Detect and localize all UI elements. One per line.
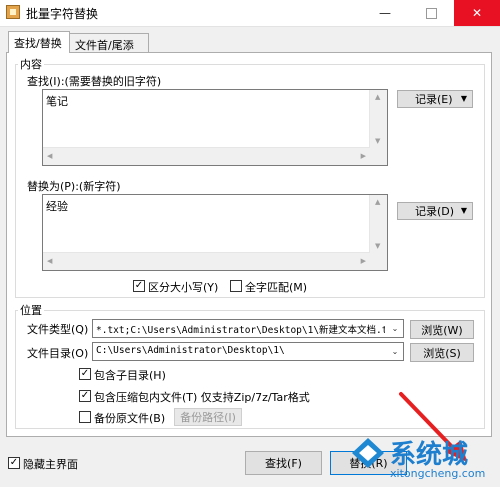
replace-record-button[interactable]: 记录(D) ▼ xyxy=(397,202,473,220)
find-vscrollbar[interactable]: ▲ ▼ xyxy=(369,90,387,148)
backup-original-label: 备份原文件(B) xyxy=(94,412,166,425)
include-subdirs-label: 包含子目录(H) xyxy=(94,369,166,382)
file-dir-label: 文件目录(O) xyxy=(27,347,89,360)
watermark-url: xitongcheng.com xyxy=(390,467,486,480)
watermark-text: 系统城 xyxy=(390,440,469,470)
find-record-label: 记录(E) xyxy=(415,93,453,106)
file-type-value: *.txt;C:\Users\Administrator\Desktop\1\新… xyxy=(96,325,385,336)
tab-find-replace[interactable]: 查找/替换 xyxy=(8,31,70,53)
minimize-icon: — xyxy=(379,6,391,20)
scroll-up-icon: ▲ xyxy=(375,198,381,206)
checkmark-icon: ✓ xyxy=(9,457,19,468)
close-button[interactable]: ✕ xyxy=(454,0,500,26)
scroll-right-icon: ▶ xyxy=(360,257,366,265)
scroll-down-icon: ▼ xyxy=(375,242,381,250)
case-sensitive-checkbox[interactable]: ✓ xyxy=(133,280,145,292)
maximize-button[interactable] xyxy=(408,0,454,26)
include-archives-checkbox[interactable]: ✓ xyxy=(79,390,91,402)
file-dir-combobox[interactable]: C:\Users\Administrator\Desktop\1\ ⌄ xyxy=(92,342,404,361)
close-icon: ✕ xyxy=(471,6,483,20)
find-label: 查找(I):(需要替换的旧字符) xyxy=(27,75,162,88)
title-bar: 批量字符替换 — ✕ xyxy=(0,0,500,27)
checkmark-icon: ✓ xyxy=(134,280,144,291)
scroll-corner xyxy=(370,148,387,165)
replace-textarea[interactable]: 经验 ▲ ▼ ◀ ▶ xyxy=(42,194,388,271)
chevron-down-icon[interactable]: ⌄ xyxy=(387,343,403,360)
whole-word-label: 全字匹配(M) xyxy=(245,281,308,294)
location-legend: 位置 xyxy=(20,304,42,317)
replace-record-label: 记录(D) xyxy=(415,205,455,218)
scroll-up-icon: ▲ xyxy=(375,93,381,101)
scroll-down-icon: ▼ xyxy=(375,137,381,145)
find-text: 笔记 xyxy=(46,95,68,108)
checkmark-icon: ✓ xyxy=(80,390,90,401)
find-textarea[interactable]: 笔记 ▲ ▼ ◀ ▶ xyxy=(42,89,388,166)
file-type-combobox[interactable]: *.txt;C:\Users\Administrator\Desktop\1\新… xyxy=(92,319,404,338)
case-sensitive-label: 区分大小写(Y) xyxy=(148,281,219,294)
replace-text: 经验 xyxy=(46,200,68,213)
hide-main-checkbox[interactable]: ✓ xyxy=(8,457,20,469)
include-subdirs-checkbox[interactable]: ✓ xyxy=(79,368,91,380)
find-record-button[interactable]: 记录(E) ▼ xyxy=(397,90,473,108)
file-dir-value: C:\Users\Administrator\Desktop\1\ xyxy=(96,345,285,356)
chevron-down-icon: ▼ xyxy=(460,206,467,215)
checkmark-icon: ✓ xyxy=(80,368,90,379)
minimize-button[interactable]: — xyxy=(362,0,408,26)
scroll-corner xyxy=(370,253,387,270)
watermark-logo-icon xyxy=(352,438,384,468)
window-title: 批量字符替换 xyxy=(26,7,99,21)
backup-original-checkbox[interactable] xyxy=(79,411,91,423)
replace-hscrollbar[interactable]: ◀ ▶ xyxy=(43,252,370,270)
maximize-icon xyxy=(425,7,437,19)
browse-type-button[interactable]: 浏览(W) xyxy=(410,320,474,339)
browse-dir-button[interactable]: 浏览(S) xyxy=(410,343,474,362)
tab-file-head-tail[interactable]: 文件首/尾添加 xyxy=(69,33,149,68)
scroll-left-icon: ◀ xyxy=(47,257,53,265)
content-legend: 内容 xyxy=(20,58,42,71)
chevron-down-icon: ▼ xyxy=(460,94,467,103)
chevron-down-icon[interactable]: ⌄ xyxy=(387,320,403,337)
find-button[interactable]: 查找(F) xyxy=(245,451,322,475)
scroll-right-icon: ▶ xyxy=(360,152,366,160)
whole-word-checkbox[interactable] xyxy=(230,280,242,292)
file-type-label: 文件类型(Q) xyxy=(27,323,89,336)
scroll-left-icon: ◀ xyxy=(47,152,53,160)
include-archives-label: 包含压缩包内文件(T) 仅支持Zip/7z/Tar格式 xyxy=(94,391,310,404)
find-hscrollbar[interactable]: ◀ ▶ xyxy=(43,147,370,165)
hide-main-label: 隐藏主界面 xyxy=(23,458,78,471)
backup-path-button[interactable]: 备份路径(I) xyxy=(174,408,242,426)
replace-label: 替换为(P):(新字符) xyxy=(27,180,121,193)
replace-vscrollbar[interactable]: ▲ ▼ xyxy=(369,195,387,253)
watermark: 系统城 xitongcheng.com xyxy=(350,432,498,486)
app-icon xyxy=(6,5,20,19)
